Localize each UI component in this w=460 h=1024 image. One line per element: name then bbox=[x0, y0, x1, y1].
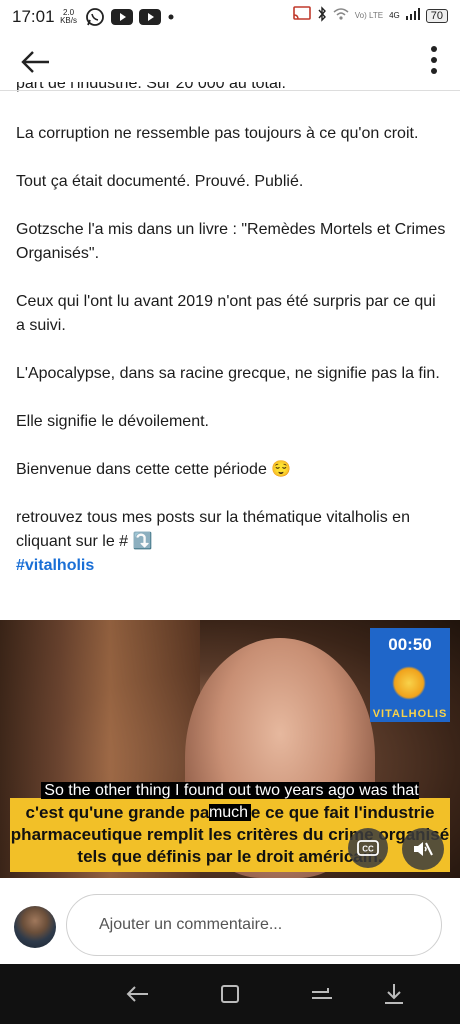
mute-button[interactable] bbox=[402, 828, 444, 870]
nav-back-icon[interactable] bbox=[124, 980, 152, 1008]
vitalholis-logo: VITALHOLIS bbox=[370, 662, 450, 722]
closed-captions-button[interactable]: CC bbox=[348, 828, 388, 868]
avatar bbox=[14, 906, 56, 948]
status-time: 17:01 bbox=[12, 7, 55, 26]
whatsapp-icon bbox=[85, 7, 105, 27]
video-timer: 00:50 bbox=[370, 628, 450, 662]
network-speed: 2.0 KB/s bbox=[60, 8, 77, 25]
wifi-icon bbox=[333, 7, 349, 24]
status-bar: 17:01 2.0 KB/s Vo) LTE 4G 70 bbox=[0, 0, 460, 34]
back-arrow-icon[interactable] bbox=[20, 48, 52, 76]
bluetooth-icon bbox=[317, 6, 327, 25]
system-nav-bar bbox=[0, 964, 460, 1024]
appbar-divider bbox=[0, 90, 460, 91]
youtube-icon bbox=[110, 9, 133, 25]
post-footer-line: retrouvez tous mes posts sur la thématiq… bbox=[16, 509, 410, 550]
post-body: part de l'industrie. Sur 20 000 au total… bbox=[16, 82, 446, 578]
hashtag-link[interactable]: #vitalholis bbox=[16, 557, 94, 574]
signal-icon bbox=[405, 8, 420, 23]
nav-recents-icon[interactable] bbox=[308, 980, 336, 1008]
nav-home-icon[interactable] bbox=[216, 980, 244, 1008]
network-label: Vo) LTE bbox=[354, 11, 384, 20]
more-options-icon[interactable] bbox=[430, 46, 438, 78]
battery-indicator: 70 bbox=[425, 8, 448, 23]
comment-input[interactable]: Ajouter un commentaire... bbox=[66, 894, 442, 956]
cast-icon bbox=[292, 6, 311, 25]
logo-brand-text: VITALHOLIS bbox=[372, 708, 448, 720]
post-paragraph: Elle signifie le dévoilement. bbox=[16, 413, 209, 430]
post-paragraph: La corruption ne ressemble pas toujours … bbox=[16, 125, 419, 142]
status-right: Vo) LTE 4G 70 bbox=[292, 6, 448, 25]
post-paragraph: Tout ça était documenté. Prouvé. Publié. bbox=[16, 173, 304, 190]
youtube-icon-2 bbox=[138, 9, 161, 25]
notification-dot-icon bbox=[167, 13, 175, 21]
caption-english: So the other thing I found out two years… bbox=[20, 780, 440, 824]
post-partial-line: part de l'industrie. Sur 20 000 au total… bbox=[16, 82, 286, 92]
post-paragraph: Ceux qui l'ont lu avant 2019 n'ont pas é… bbox=[16, 293, 436, 334]
post-paragraph: L'Apocalypse, dans sa racine grecque, ne… bbox=[16, 365, 440, 382]
post-paragraph: Gotzsche l'a mis dans un livre : "Remède… bbox=[16, 221, 446, 262]
comment-bar: Ajouter un commentaire... bbox=[0, 878, 460, 964]
post-paragraph: Bienvenue dans cette cette période 😌 bbox=[16, 461, 292, 478]
nav-hide-bar-icon[interactable] bbox=[380, 980, 408, 1008]
svg-text:CC: CC bbox=[362, 845, 374, 854]
sun-logo-icon bbox=[392, 666, 426, 700]
signal-label: 4G bbox=[389, 11, 400, 20]
